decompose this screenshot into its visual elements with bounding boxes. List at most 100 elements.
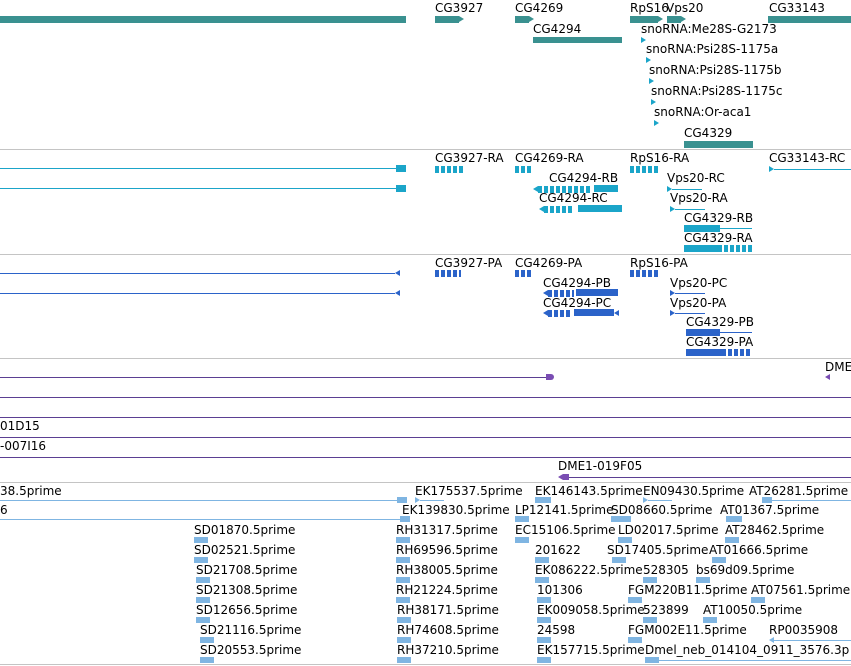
transcript-label-cg4329-rb[interactable]: CG4329-RB — [684, 212, 753, 225]
gene-label-vps20[interactable]: Vps20 — [666, 2, 703, 15]
gene-feature-bar[interactable] — [0, 16, 406, 23]
est-feature[interactable] — [537, 657, 551, 663]
gene-label-cg4294[interactable]: CG4294 — [533, 23, 581, 36]
transcript-label-cg33143-rc[interactable]: CG33143-RC — [769, 152, 845, 165]
transcript-exon-arrows[interactable] — [630, 166, 660, 173]
est-label[interactable]: FGM002E11.5prime — [628, 624, 747, 637]
est-label[interactable]: AT10050.5prime — [703, 604, 802, 617]
clone-label-dme[interactable]: DME — [825, 361, 851, 374]
gene-label-snorna[interactable]: snoRNA:Me28S-G2173 — [641, 23, 777, 36]
transcript-exon-arrows[interactable] — [544, 206, 574, 213]
est-feature[interactable] — [397, 657, 411, 663]
protein-exon-arrows[interactable] — [515, 270, 531, 277]
est-feature[interactable] — [515, 516, 529, 522]
clone-label-007i16[interactable]: -007I16 — [0, 440, 46, 453]
transcript-label-cg4294-rb[interactable]: CG4294-RB — [549, 172, 618, 185]
gene-feature-cg3927[interactable] — [435, 16, 459, 23]
est-label[interactable]: EK175537.5prime — [415, 485, 523, 498]
gene-label-cg33143[interactable]: CG33143 — [769, 2, 825, 15]
est-label[interactable]: LD02017.5prime — [618, 524, 719, 537]
est-feature[interactable] — [515, 537, 529, 543]
protein-label-cg3927-pa[interactable]: CG3927-PA — [435, 257, 502, 270]
protein-exon-arrows[interactable] — [630, 270, 658, 277]
est-label[interactable]: AT07561.5prime — [751, 584, 850, 597]
transcript-label-vps20-ra[interactable]: Vps20-RA — [670, 192, 728, 205]
est-label[interactable]: RH38005.5prime — [396, 564, 498, 577]
protein-label-cg4329-pa[interactable]: CG4329-PA — [686, 336, 753, 349]
transcript-label-cg3927-ra[interactable]: CG3927-RA — [435, 152, 504, 165]
clone-end-marker[interactable] — [546, 374, 554, 380]
est-label[interactable]: AT28462.5prime — [725, 524, 824, 537]
transcript-label-cg4269-ra[interactable]: CG4269-RA — [515, 152, 584, 165]
est-label[interactable]: SD12656.5prime — [196, 604, 297, 617]
gene-label-snorna[interactable]: snoRNA:Psi28S-1175a — [646, 43, 778, 56]
gene-label-rps16[interactable]: RpS16 — [630, 2, 669, 15]
protein-exon[interactable] — [576, 289, 618, 296]
transcript-exon-arrows[interactable] — [435, 166, 465, 173]
protein-label-rps16-pa[interactable]: RpS16-PA — [630, 257, 688, 270]
est-label[interactable]: bs69d09.5prime — [696, 564, 794, 577]
est-label[interactable]: RP0035908 — [769, 624, 838, 637]
protein-exon-arrows[interactable] — [548, 310, 572, 317]
est-label[interactable]: RH69596.5prime — [396, 544, 498, 557]
est-label[interactable]: RH74608.5prime — [397, 624, 499, 637]
protein-label-vps20-pc[interactable]: Vps20-PC — [670, 277, 727, 290]
protein-label-cg4329-pb[interactable]: CG4329-PB — [686, 316, 754, 329]
transcript-label-vps20-rc[interactable]: Vps20-RC — [667, 172, 725, 185]
est-label[interactable]: EC15106.5prime — [515, 524, 616, 537]
est-label[interactable]: EK009058.5prime — [537, 604, 645, 617]
est-label[interactable]: 101306 — [537, 584, 583, 597]
gene-label-snorna[interactable]: snoRNA:Psi28S-1175b — [649, 64, 782, 77]
gene-feature-cg33143[interactable] — [768, 16, 851, 23]
est-label[interactable]: SD01870.5prime — [194, 524, 295, 537]
est-label[interactable]: SD21708.5prime — [196, 564, 297, 577]
gene-feature-cg4269[interactable] — [515, 16, 529, 23]
est-label[interactable]: SD20553.5prime — [200, 644, 301, 657]
transcript-exon[interactable] — [396, 185, 406, 192]
est-label[interactable]: SD21308.5prime — [196, 584, 297, 597]
protein-exon-arrows[interactable] — [435, 270, 461, 277]
est-feature[interactable] — [726, 516, 742, 522]
est-label[interactable]: SD17405.5prime — [607, 544, 708, 557]
transcript-exon[interactable] — [396, 165, 406, 172]
est-label[interactable]: EN09430.5prime — [643, 485, 744, 498]
clone-label-dme1-019f05[interactable]: DME1-019F05 — [558, 460, 642, 473]
protein-label-vps20-pa[interactable]: Vps20-PA — [670, 297, 726, 310]
protein-exon[interactable] — [574, 309, 614, 316]
est-feature[interactable] — [200, 657, 214, 663]
est-label[interactable]: EK139830.5prime — [402, 504, 510, 517]
est-label[interactable]: SD02521.5prime — [194, 544, 295, 557]
est-label[interactable]: SD21116.5prime — [200, 624, 301, 637]
protein-exon-arrows[interactable] — [728, 349, 752, 356]
gene-label-snorna[interactable]: snoRNA:Or-aca1 — [654, 106, 751, 119]
est-label[interactable]: RH21224.5prime — [396, 584, 498, 597]
est-label[interactable]: 6 — [0, 504, 8, 517]
est-label[interactable]: RH37210.5prime — [397, 644, 499, 657]
protein-label-cg4269-pa[interactable]: CG4269-PA — [515, 257, 582, 270]
gene-label-cg4329[interactable]: CG4329 — [684, 127, 732, 140]
est-label[interactable]: 523899 — [643, 604, 689, 617]
est-label[interactable]: RH31317.5prime — [396, 524, 498, 537]
est-label[interactable]: EK086222.5prime — [535, 564, 643, 577]
est-feature[interactable] — [611, 516, 631, 522]
est-label[interactable]: RH38171.5prime — [397, 604, 499, 617]
est-label[interactable]: 24598 — [537, 624, 575, 637]
gene-label-cg3927[interactable]: CG3927 — [435, 2, 483, 15]
gene-feature-cg4294[interactable] — [533, 37, 622, 43]
transcript-exon-arrows[interactable] — [724, 245, 752, 252]
est-label[interactable]: 38.5prime — [0, 485, 62, 498]
est-label[interactable]: 201622 — [535, 544, 581, 557]
clone-label-01d15[interactable]: 01D15 — [0, 420, 40, 433]
transcript-label-rps16-ra[interactable]: RpS16-RA — [630, 152, 689, 165]
protein-exon[interactable] — [686, 349, 726, 356]
est-label[interactable]: EK146143.5prime — [535, 485, 643, 498]
est-label[interactable]: Dmel_neb_014104_0911_3576.3p — [645, 644, 849, 657]
est-label[interactable]: EK157715.5prime — [537, 644, 645, 657]
est-label[interactable]: 528305 — [643, 564, 689, 577]
transcript-label-cg4294-rc[interactable]: CG4294-RC — [539, 192, 608, 205]
est-feature[interactable] — [645, 657, 659, 663]
transcript-exon-arrows[interactable] — [515, 166, 533, 173]
gene-label-snorna[interactable]: snoRNA:Psi28S-1175c — [651, 85, 783, 98]
gene-feature-cg4329[interactable] — [684, 141, 753, 148]
est-label[interactable]: FGM220B11.5prime — [628, 584, 747, 597]
